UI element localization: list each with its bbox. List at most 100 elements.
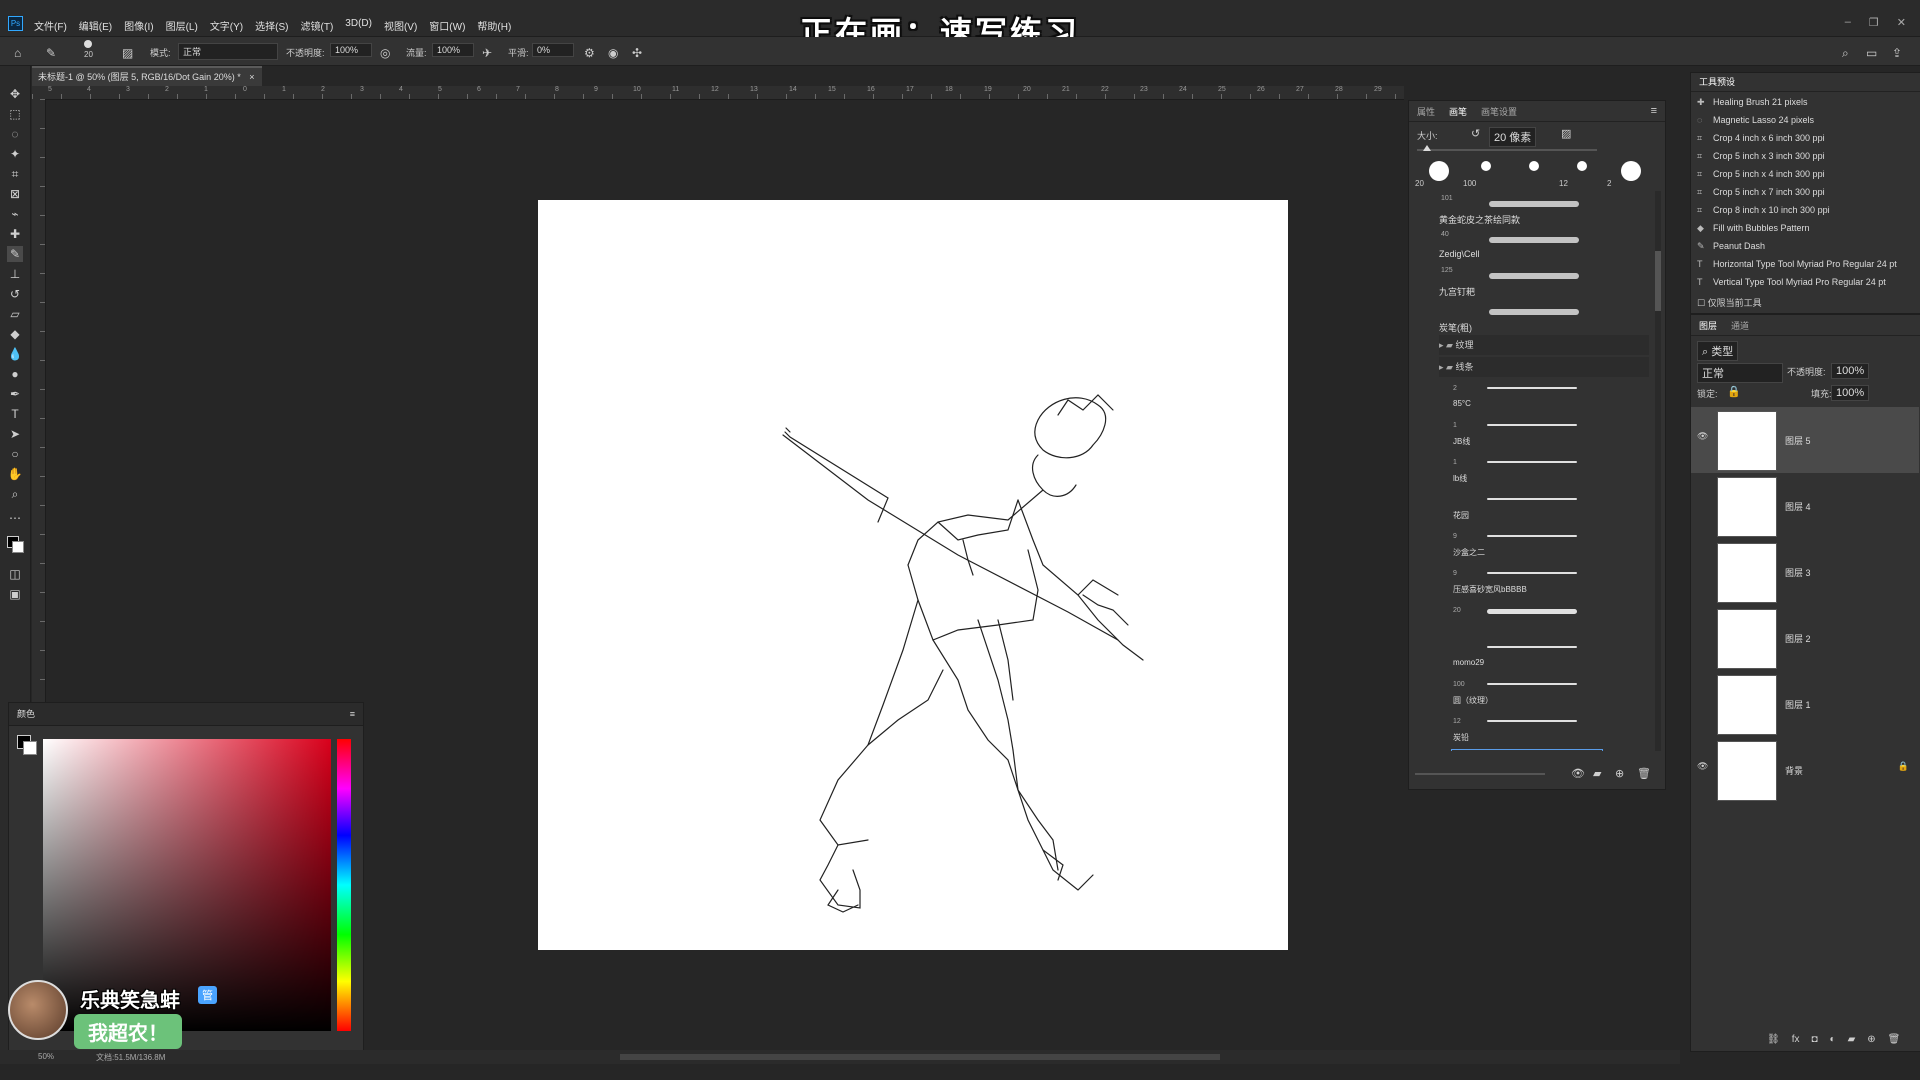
restore-icon[interactable]: ❐	[1869, 16, 1879, 29]
brush-list-item[interactable]: 100 圆（纹理）	[1451, 675, 1601, 709]
eye-icon[interactable]: 👁	[1697, 431, 1709, 442]
menu-item[interactable]: 编辑(E)	[79, 18, 112, 33]
layer-filter-select[interactable]: ⌕ 类型	[1697, 341, 1739, 361]
folder-icon[interactable]: ▰	[1848, 1034, 1856, 1045]
document-canvas[interactable]	[538, 200, 1288, 950]
preset-item[interactable]: ◌ Magnetic Lasso 24 pixels	[1697, 115, 1814, 125]
layer-row[interactable]: 👁 背景 🔒	[1691, 737, 1919, 803]
symmetry-icon[interactable]: ✣	[632, 46, 642, 60]
preset-item[interactable]: ✎ Peanut Dash	[1697, 241, 1765, 252]
menu-item[interactable]: 视图(V)	[384, 18, 417, 33]
new-layer-icon[interactable]: ⊕	[1867, 1034, 1875, 1045]
menu-item[interactable]: 选择(S)	[255, 18, 288, 33]
menu-item[interactable]: 图层(L)	[166, 18, 198, 33]
brush-list-item[interactable]: 花园	[1451, 490, 1601, 524]
smoothing-field[interactable]: 0%	[532, 43, 574, 57]
screen-mode-icon[interactable]: ▣	[7, 586, 23, 602]
eye-icon[interactable]: 👁	[1697, 761, 1709, 772]
brush-folder[interactable]: ▸ ▰ 纹理	[1439, 335, 1649, 355]
zoom-level[interactable]: 50%	[38, 1052, 54, 1061]
horizontal-scrollbar[interactable]	[620, 1054, 1220, 1060]
crop-tool-icon[interactable]: ⌗	[7, 166, 23, 182]
tab-2[interactable]: 画笔	[1449, 105, 1467, 118]
size-slider-thumb[interactable]	[1423, 145, 1431, 151]
brush-tip[interactable]	[1511, 159, 1551, 189]
brush-list-item[interactable]: 12 炭铅	[1451, 712, 1601, 746]
hand-tool-icon[interactable]: ✋	[7, 466, 23, 482]
tab-3[interactable]: 画笔设置	[1481, 105, 1517, 118]
brush-list-item[interactable]: momo29	[1451, 638, 1601, 672]
brush-tool-icon[interactable]: ✎	[7, 246, 23, 262]
shape-tool-icon[interactable]: ○	[7, 446, 23, 462]
type-tool-icon[interactable]: T	[7, 406, 23, 422]
eye-icon[interactable]: 👁	[1571, 767, 1585, 780]
brush-list-scrollbar[interactable]	[1655, 191, 1661, 751]
move-tool-icon[interactable]: ✥	[7, 86, 23, 102]
lasso-tool-icon[interactable]: ◌	[7, 126, 23, 142]
new-brush-icon[interactable]: ⊕	[1615, 767, 1624, 780]
layer-row[interactable]: 👁 图层 5	[1691, 407, 1919, 473]
preview-size-slider[interactable]	[1415, 773, 1545, 775]
preset-item[interactable]: ⌗ Crop 5 inch x 4 inch 300 ppi	[1697, 169, 1825, 180]
panel-menu-icon[interactable]: ≡	[350, 703, 355, 725]
frame-tool-icon[interactable]: ⊠	[7, 186, 23, 202]
new-group-icon[interactable]: ▰	[1593, 767, 1601, 780]
more-tools-icon[interactable]: ⋯	[7, 510, 23, 526]
brush-folder[interactable]: ▸ ▰ 线条	[1439, 357, 1649, 377]
checkbox-icon[interactable]: ☐	[1697, 298, 1705, 308]
brush-list-item[interactable]: 1 JB线	[1451, 416, 1601, 450]
mask-icon[interactable]: ◘	[1811, 1034, 1817, 1045]
menu-item[interactable]: 帮助(H)	[477, 18, 511, 33]
minimize-icon[interactable]: –	[1845, 16, 1851, 29]
gear-icon[interactable]: ⚙	[584, 46, 595, 60]
airbrush-icon[interactable]: ✈	[482, 46, 492, 60]
flow-field[interactable]: 100%	[432, 43, 474, 57]
close-icon[interactable]: ✕	[1897, 16, 1906, 29]
layer-row[interactable]: 图层 1	[1691, 671, 1919, 737]
panel-menu-icon[interactable]: ≡	[1651, 105, 1657, 117]
lock-icon[interactable]: 🔒	[1727, 385, 1741, 398]
menu-item[interactable]: 文字(Y)	[210, 18, 243, 33]
close-tab-icon[interactable]: ×	[249, 72, 254, 82]
menu-item[interactable]: 文件(F)	[34, 18, 67, 33]
preset-item[interactable]: T Vertical Type Tool Myriad Pro Regular 2…	[1697, 277, 1886, 287]
brush-settings-toggle-icon[interactable]: ▨	[122, 46, 133, 60]
current-tool-only-checkbox[interactable]: ☐ 仅限当前工具	[1697, 296, 1762, 309]
preset-item[interactable]: ⌗ Crop 4 inch x 6 inch 300 ppi	[1697, 133, 1825, 144]
marquee-tool-icon[interactable]: ⬚	[7, 106, 23, 122]
preset-item[interactable]: ✚ Healing Brush 21 pixels	[1697, 97, 1808, 108]
background-swatch[interactable]	[23, 741, 37, 755]
fill-field[interactable]: 100%	[1831, 385, 1870, 401]
brush-list-item[interactable]: 炭笔(粗)	[1439, 299, 1589, 335]
home-icon[interactable]: ⌂	[14, 46, 21, 60]
zoom-tool-icon[interactable]: ⌕	[7, 486, 23, 502]
hue-slider[interactable]	[337, 739, 351, 1031]
history-brush-tool-icon[interactable]: ↺	[7, 286, 23, 302]
layer-row[interactable]: 图层 3	[1691, 539, 1919, 605]
adjustment-icon[interactable]: ◐	[1830, 1034, 1836, 1045]
layer-row[interactable]: 图层 4	[1691, 473, 1919, 539]
tab-1[interactable]: 属性	[1417, 105, 1435, 118]
new-brush-icon[interactable]: ▨	[1561, 127, 1571, 140]
path-selection-tool-icon[interactable]: ➤	[7, 426, 23, 442]
preset-item[interactable]: T Horizontal Type Tool Myriad Pro Regular…	[1697, 259, 1897, 269]
trash-icon[interactable]: 🗑	[1637, 767, 1651, 780]
menu-item[interactable]: 3D(D)	[345, 18, 372, 33]
brush-tip[interactable]: 12	[1559, 159, 1599, 189]
brush-tip[interactable]: 20	[1415, 159, 1455, 189]
brush-list-item[interactable]: 9 压感喜砂宽风bBBBB	[1451, 564, 1601, 598]
preset-item[interactable]: ⌗ Crop 5 inch x 7 inch 300 ppi	[1697, 187, 1825, 198]
mode-select[interactable]: 正常	[178, 43, 278, 60]
pen-tool-icon[interactable]: ✒	[7, 386, 23, 402]
fx-icon[interactable]: fx	[1792, 1034, 1800, 1045]
eraser-tool-icon[interactable]: ▱	[7, 306, 23, 322]
color-swatches-icon[interactable]	[7, 536, 24, 553]
brush-list-item[interactable]: 125 九宫钉耙	[1439, 263, 1589, 299]
link-icon[interactable]: ⛓	[1767, 1034, 1780, 1045]
brush-list-item[interactable]: 1 lb线	[1451, 453, 1601, 487]
trash-icon[interactable]: 🗑	[1888, 1034, 1901, 1045]
pressure-opacity-icon[interactable]: ◎	[380, 46, 390, 60]
eyedropper-tool-icon[interactable]: ⌁	[7, 206, 23, 222]
size-slider-track[interactable]	[1417, 145, 1597, 151]
scrollbar-thumb[interactable]	[1655, 251, 1661, 311]
